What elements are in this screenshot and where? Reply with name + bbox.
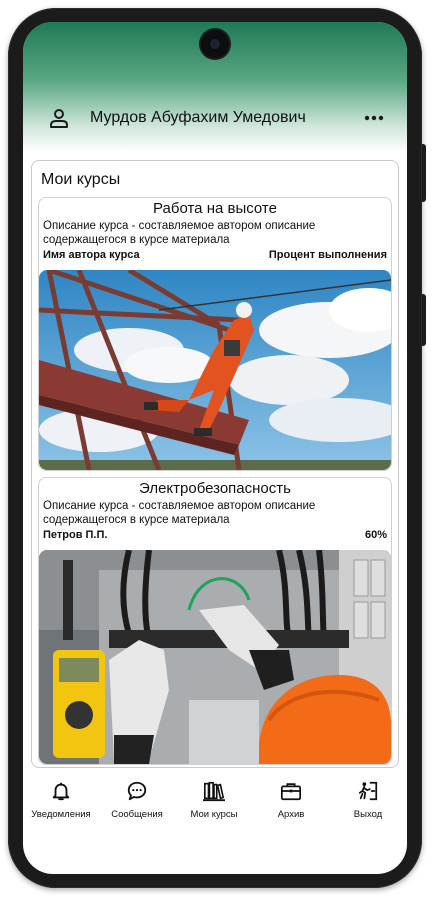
front-camera <box>201 30 229 58</box>
app-header: Мурдов Абуфахим Умедович <box>23 102 407 136</box>
course-card[interactable]: Электробезопасность Описание курса - сос… <box>38 477 392 765</box>
chat-bubble-icon <box>127 781 147 801</box>
phone-volume-button <box>422 294 426 346</box>
my-courses-panel: Мои курсы Работа на высоте Описание курс… <box>31 160 399 768</box>
books-icon <box>203 781 225 802</box>
course-progress: 60% <box>364 529 387 541</box>
course-card[interactable]: Работа на высоте Описание курса - состав… <box>38 197 392 471</box>
bell-icon <box>52 782 70 801</box>
bottom-navigation: Уведомления Сообщения Мои курсы Архив Вы… <box>23 780 407 828</box>
course-author: Имя автора курса <box>43 249 140 261</box>
nav-notifications[interactable]: Уведомления <box>23 780 99 820</box>
course-description: Описание курса - составляемое автором оп… <box>43 220 316 246</box>
user-name: Мурдов Абуфахим Умедович <box>90 109 306 126</box>
nav-label: Сообщения <box>111 809 163 820</box>
app-screen: Мурдов Абуфахим Умедович Мои курсы Работ… <box>23 22 407 874</box>
panel-title: Мои курсы <box>41 171 121 188</box>
worker-at-height-photo[interactable] <box>39 270 391 470</box>
briefcase-icon <box>280 783 302 801</box>
nav-label: Мои курсы <box>190 809 238 820</box>
exit-icon <box>358 781 378 801</box>
nav-label: Архив <box>277 809 305 820</box>
phone-power-button <box>422 144 426 202</box>
nav-label: Выход <box>353 809 383 820</box>
more-icon[interactable] <box>363 107 385 129</box>
nav-my-courses[interactable]: Мои курсы <box>176 780 252 820</box>
nav-messages[interactable]: Сообщения <box>99 780 175 820</box>
course-author: Петров П.П. <box>43 529 108 541</box>
nav-archive[interactable]: Архив <box>253 780 329 820</box>
course-progress: Процент выполнения <box>268 249 387 261</box>
nav-label: Уведомления <box>31 809 91 820</box>
nav-exit[interactable]: Выход <box>330 780 406 820</box>
course-title: Электробезопасность <box>139 480 291 497</box>
course-description: Описание курса - составляемое автором оп… <box>43 500 316 526</box>
course-title: Работа на высоте <box>153 200 277 217</box>
electrical-safety-photo[interactable] <box>39 550 391 764</box>
user-icon[interactable] <box>47 106 71 130</box>
